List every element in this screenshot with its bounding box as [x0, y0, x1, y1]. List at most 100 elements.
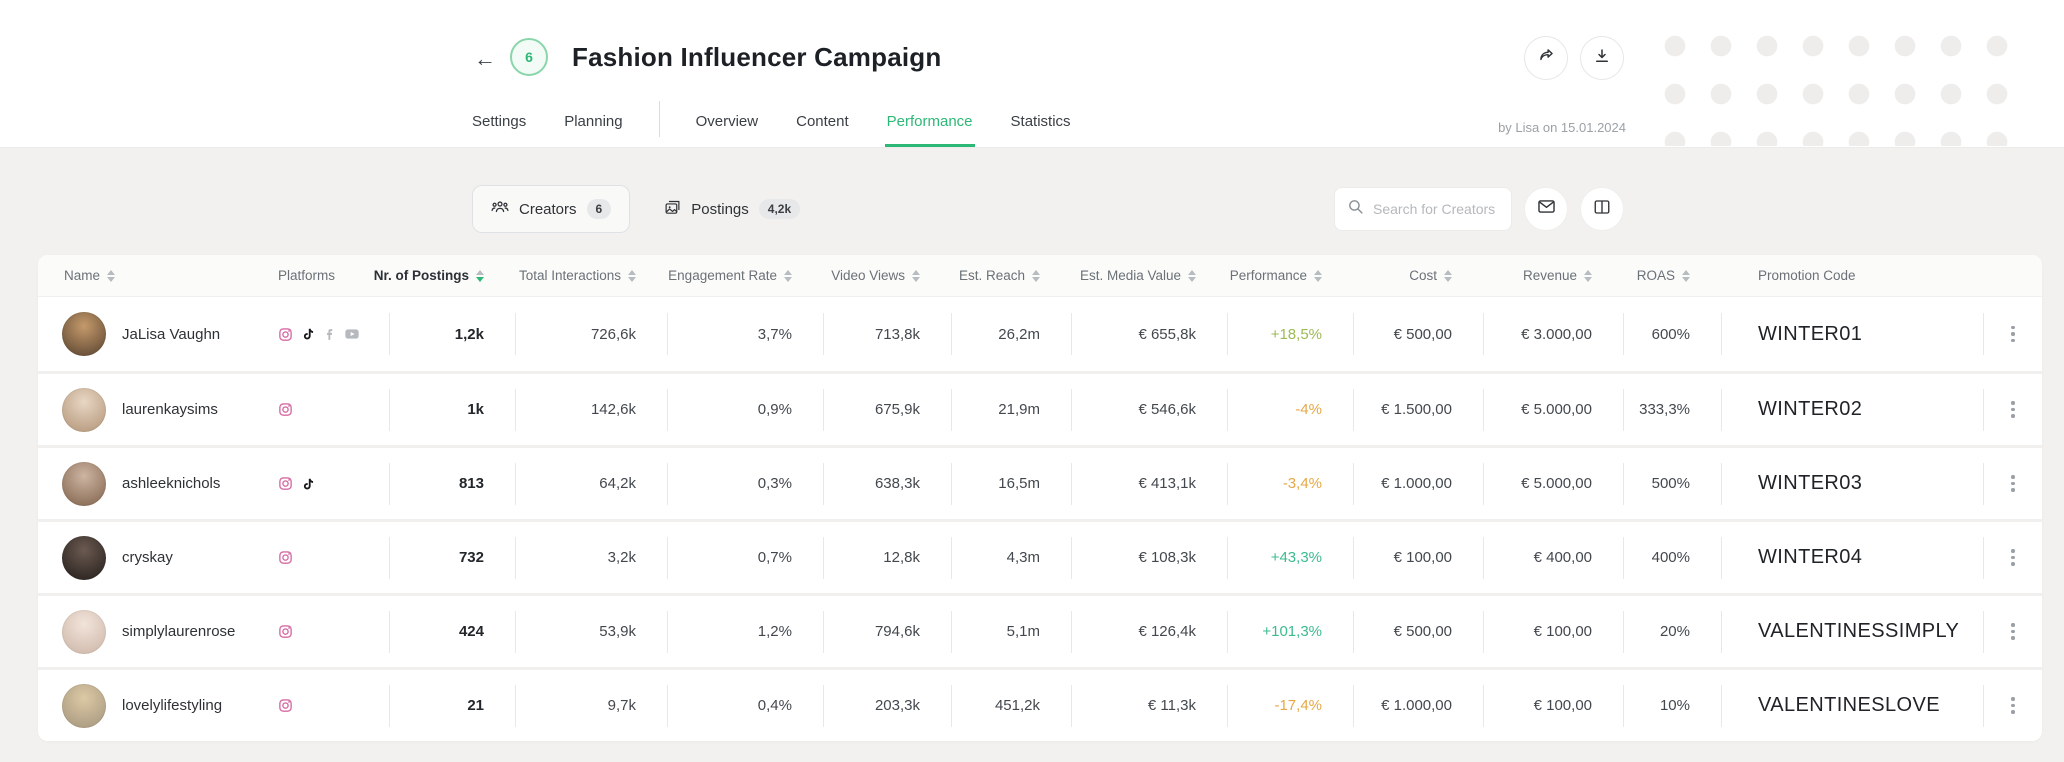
sort-icon — [476, 269, 484, 282]
sort-down-arrow — [476, 276, 484, 282]
tab-overview[interactable]: Overview — [694, 95, 761, 147]
tab-performance[interactable]: Performance — [884, 95, 975, 147]
performance-value: +18,5% — [1270, 325, 1322, 343]
column-label: Engagement Rate — [668, 268, 777, 283]
media_value-value: € 546,6k — [1138, 401, 1196, 418]
column-settings-button[interactable] — [1580, 187, 1624, 231]
creator-name: cryskay — [122, 549, 173, 566]
cell-menu[interactable] — [1984, 522, 2042, 593]
cell-postings: 424 — [390, 596, 516, 667]
column-header-engagement[interactable]: Engagement Rate — [668, 268, 824, 283]
reach-value: 4,3m — [1006, 549, 1040, 566]
sort-icon — [1682, 269, 1690, 282]
back-button[interactable]: ← — [468, 42, 502, 76]
creators-toggle-button[interactable]: Creators 6 — [472, 185, 631, 233]
cell-reach: 21,9m — [952, 374, 1072, 445]
interactions-value: 64,2k — [599, 475, 636, 492]
cell-promo: WINTER03 — [1722, 448, 1984, 519]
media_value-value: € 655,8k — [1138, 325, 1196, 343]
tab-content[interactable]: Content — [794, 95, 851, 147]
sort-up-arrow — [784, 269, 792, 275]
column-header-revenue[interactable]: Revenue — [1484, 268, 1624, 283]
row-menu-button[interactable] — [2003, 318, 2023, 351]
columns-icon — [1593, 198, 1611, 221]
table-row[interactable]: ashleeknichols 813 64,2k 0,3% 638,3k 16,5m € 4… — [38, 445, 2042, 519]
column-header-postings[interactable]: Nr. of Postings — [374, 268, 516, 283]
cell-menu[interactable] — [1984, 374, 2042, 445]
promotion-code: WINTER03 — [1758, 472, 1863, 494]
table-row[interactable]: laurenkaysims 1k 142,6k 0,9% 675,9k 21,9m € 54… — [38, 371, 2042, 445]
column-header-reach[interactable]: Est. Reach — [952, 268, 1072, 283]
engagement-value: 0,4% — [757, 697, 792, 714]
tab-group-left: Settings Planning — [470, 95, 625, 147]
avatar — [62, 312, 106, 356]
roas-value: 10% — [1659, 697, 1690, 714]
cell-platforms — [278, 522, 390, 593]
cell-media_value: € 126,4k — [1072, 596, 1228, 667]
roas-value: 400% — [1651, 549, 1690, 566]
facebook-icon — [323, 328, 336, 341]
cell-revenue: € 5.000,00 — [1484, 374, 1624, 445]
kebab-dot — [2011, 636, 2015, 640]
postings-label: Postings — [691, 200, 749, 218]
row-menu-button[interactable] — [2003, 541, 2023, 574]
column-header-roas[interactable]: ROAS — [1624, 268, 1722, 283]
cell-revenue: € 100,00 — [1484, 670, 1624, 741]
cell-promo: WINTER02 — [1722, 374, 1984, 445]
search-input[interactable] — [1373, 201, 1499, 217]
kebab-dot — [2011, 481, 2015, 486]
cell-name: laurenkaysims — [38, 374, 278, 445]
column-header-interactions[interactable]: Total Interactions — [516, 268, 668, 283]
table-row[interactable]: simplylaurenrose 424 53,9k 1,2% 794,6k 5,1m € … — [38, 593, 2042, 667]
table-row[interactable]: lovelylifestyling 21 9,7k 0,4% 203,3k 451,2k €… — [38, 667, 2042, 741]
table-row[interactable]: cryskay 732 3,2k 0,7% 12,8k 4,3m € 108,3k +43,3… — [38, 519, 2042, 593]
roas-value: 20% — [1659, 623, 1690, 640]
creators-table: Name Platforms Nr. of Postings Total Intera… — [38, 255, 2042, 741]
row-menu-button[interactable] — [2003, 689, 2023, 722]
campaign-count-badge: 6 — [510, 38, 548, 76]
column-header-cost[interactable]: Cost — [1354, 268, 1484, 283]
message-button[interactable] — [1524, 187, 1568, 231]
tab-statistics[interactable]: Statistics — [1009, 95, 1073, 147]
row-menu-button[interactable] — [2003, 467, 2023, 500]
column-label: Cost — [1409, 268, 1437, 283]
media_value-value: € 11,3k — [1147, 697, 1196, 714]
table-row[interactable]: JaLisa Vaughn 1,2k 726,6k 3,7% 713,8k 26,2m € … — [38, 297, 2042, 371]
kebab-dot — [2011, 629, 2015, 634]
engagement-value: 1,2% — [757, 623, 792, 640]
cell-reach: 26,2m — [952, 297, 1072, 371]
sort-up-arrow — [628, 269, 636, 275]
cell-engagement: 0,7% — [668, 522, 824, 593]
cell-menu[interactable] — [1984, 596, 2042, 667]
tab-label: Overview — [695, 112, 759, 130]
postings-value: 1,2k — [454, 325, 484, 343]
cell-cost: € 500,00 — [1354, 596, 1484, 667]
back-arrow-icon: ← — [474, 46, 496, 71]
cell-menu[interactable] — [1984, 670, 2042, 741]
download-button[interactable] — [1580, 36, 1624, 80]
creators-count-badge: 6 — [586, 199, 612, 219]
interactions-value: 3,2k — [607, 549, 636, 566]
column-header-performance[interactable]: Performance — [1228, 268, 1354, 283]
column-header-media_value[interactable]: Est. Media Value — [1072, 268, 1228, 283]
row-menu-button[interactable] — [2003, 615, 2023, 648]
postings-toggle-button[interactable]: Postings 4,2k — [646, 185, 818, 233]
cell-interactions: 726,6k — [516, 297, 668, 371]
column-label: Est. Reach — [958, 268, 1025, 283]
tab-settings[interactable]: Settings — [470, 95, 528, 147]
revenue-value: € 100,00 — [1533, 623, 1592, 640]
column-header-name[interactable]: Name — [38, 268, 278, 283]
cell-video_views: 638,3k — [824, 448, 952, 519]
kebab-dot — [2011, 697, 2015, 701]
reach-value: 451,2k — [994, 697, 1040, 714]
kebab-dot — [2011, 407, 2015, 412]
tab-planning[interactable]: Planning — [562, 95, 624, 147]
reach-value: 16,5m — [998, 475, 1040, 492]
cell-menu[interactable] — [1984, 448, 2042, 519]
row-menu-button[interactable] — [2003, 393, 2023, 426]
cell-platforms — [278, 448, 390, 519]
share-button[interactable] — [1524, 36, 1568, 80]
column-header-video_views[interactable]: Video Views — [824, 268, 952, 283]
media_value-value: € 126,4k — [1138, 623, 1196, 640]
cell-menu[interactable] — [1984, 297, 2042, 371]
